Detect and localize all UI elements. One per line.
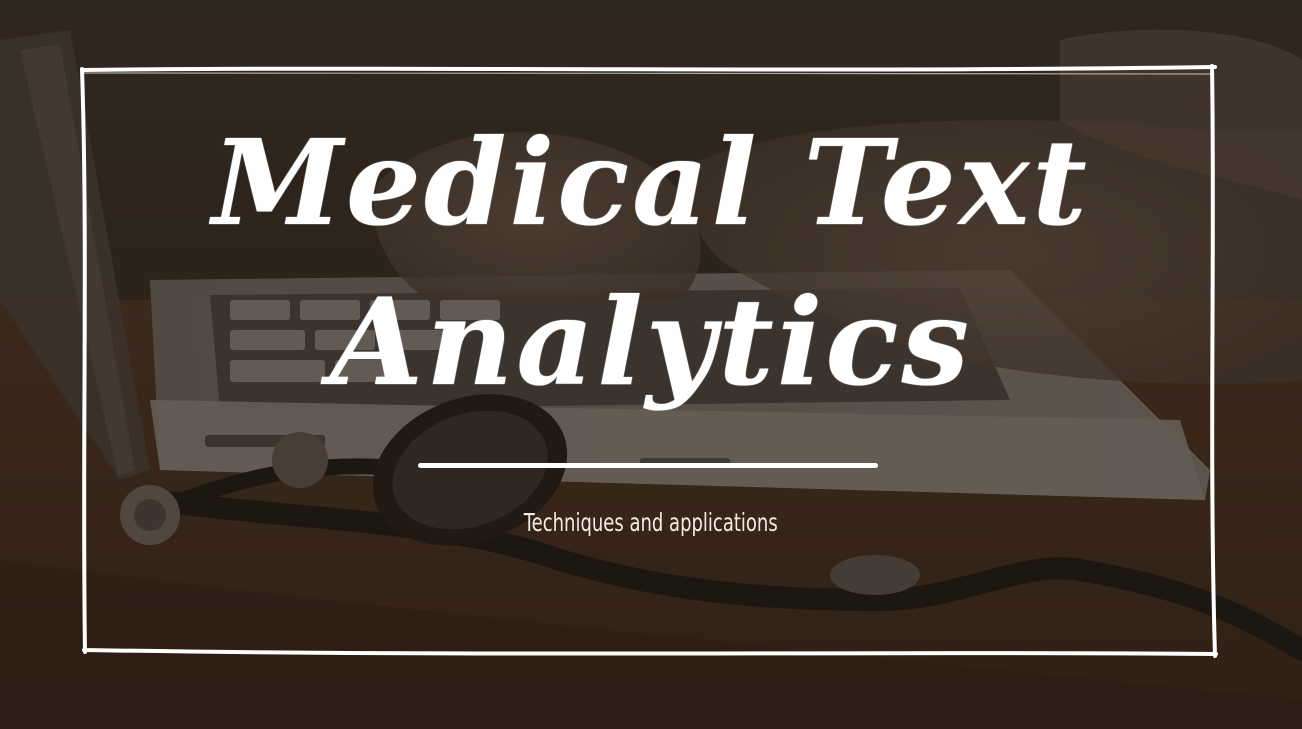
slide-title-line-2: Analytics	[329, 272, 973, 413]
title-slide: Medical Text Analytics Techniques and ap…	[0, 0, 1302, 729]
slide-subtitle: Techniques and applications	[523, 508, 778, 537]
slide-title-line-1: Medical Text	[212, 113, 1090, 252]
title-divider	[418, 463, 878, 468]
